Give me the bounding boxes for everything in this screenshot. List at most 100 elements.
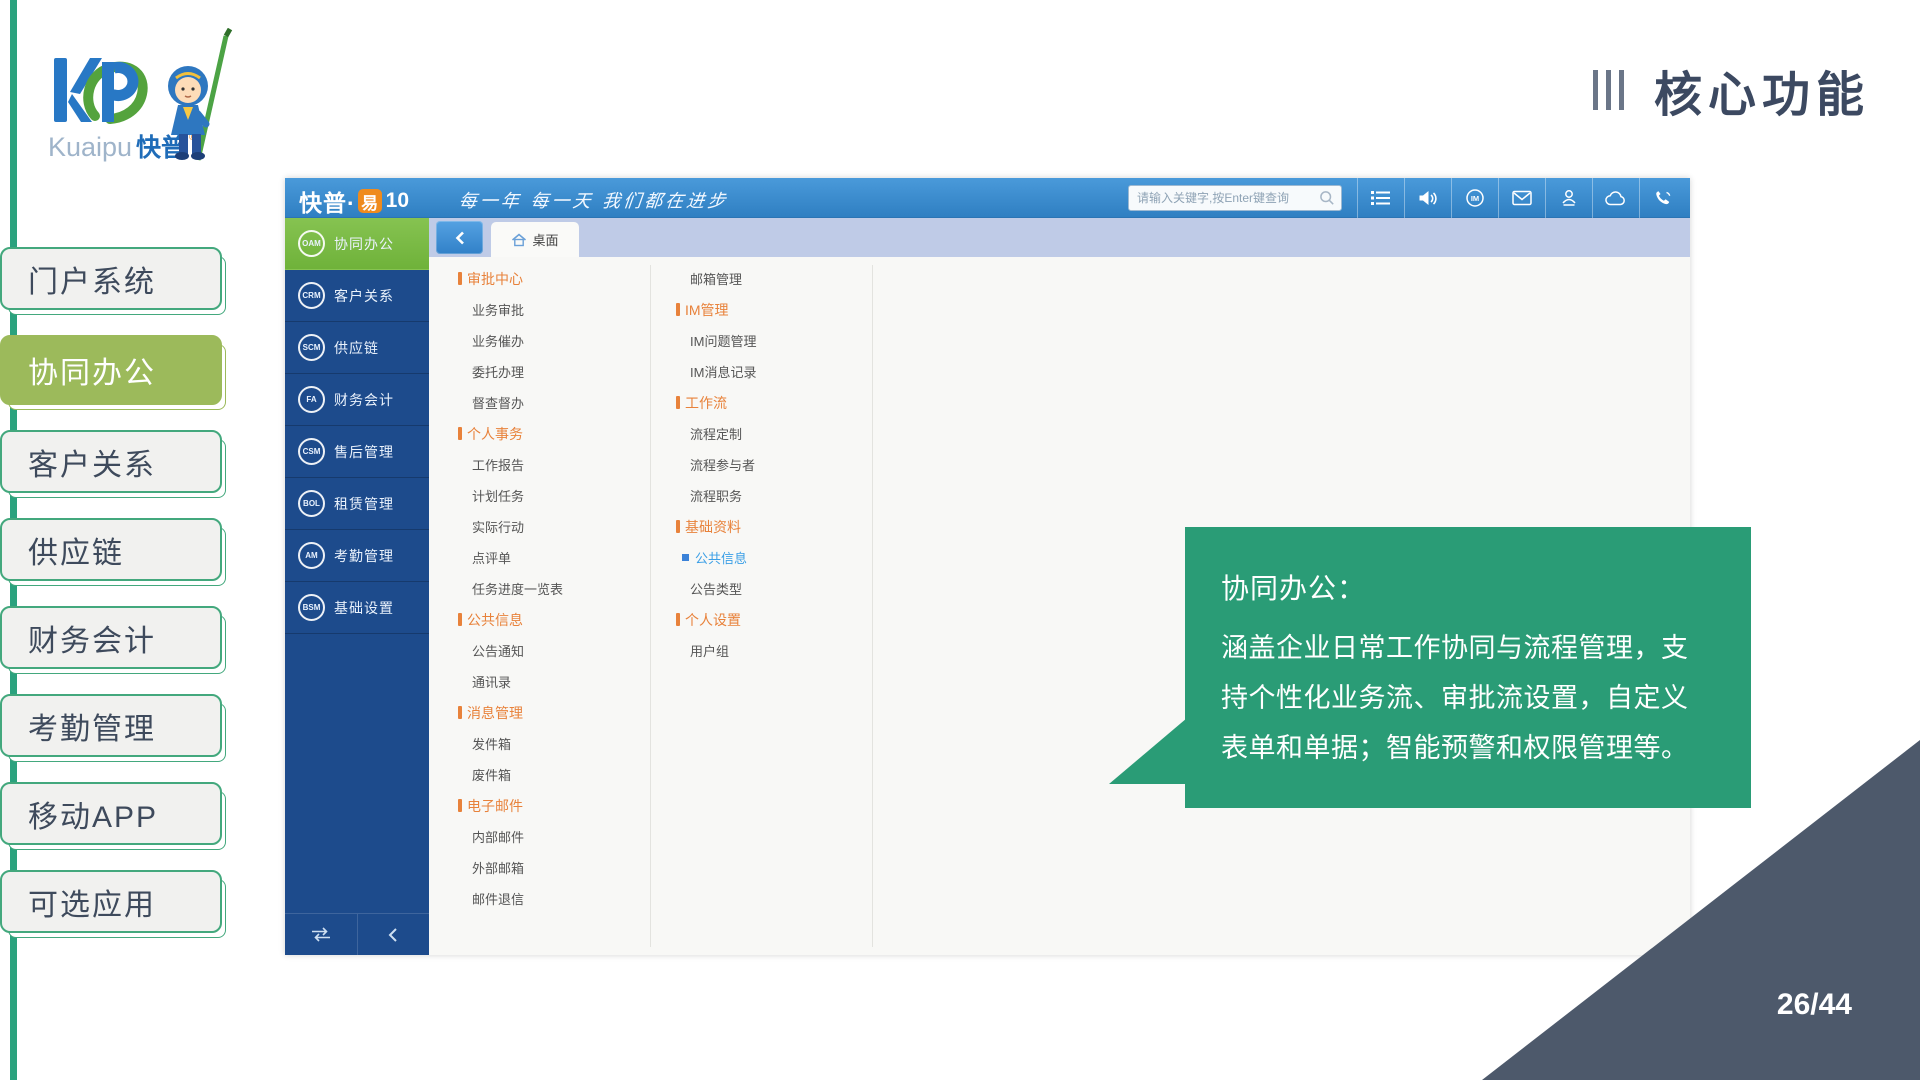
kuaipu-logo: Kuaipu 快普 ®	[40, 28, 250, 178]
menu-entry-label: 公共信息	[467, 610, 523, 630]
app-nav-item[interactable]: BSM 基础设置	[285, 582, 429, 634]
menu-entry-label: 流程定制	[690, 424, 742, 443]
menu-entry[interactable]: 流程职务	[676, 480, 866, 511]
title-bars-icon	[1593, 70, 1624, 110]
module-menu-item[interactable]: 移动APP	[0, 782, 222, 845]
menu-entry[interactable]: 点评单	[458, 542, 643, 573]
menu-entry[interactable]: 业务催办	[458, 325, 643, 356]
module-menu-item[interactable]: 考勤管理	[0, 694, 222, 757]
tab-desktop[interactable]: 桌面	[491, 222, 579, 257]
module-menu-item[interactable]: 供应链	[0, 518, 222, 581]
menu-entry-label: IM管理	[685, 300, 729, 320]
menu-entry[interactable]: IM消息记录	[676, 356, 866, 387]
menu-entry[interactable]: 公共信息	[458, 604, 643, 635]
menu-entry[interactable]: 工作报告	[458, 449, 643, 480]
app-nav-item[interactable]: AM 考勤管理	[285, 530, 429, 582]
menu-entry[interactable]: IM问题管理	[676, 325, 866, 356]
module-label: 财务会计	[334, 390, 394, 410]
im-icon[interactable]: IM	[1451, 178, 1498, 218]
menu-entry[interactable]: 审批中心	[458, 263, 643, 294]
menu-entry[interactable]: 发件箱	[458, 728, 643, 759]
menu-column-1: 审批中心 业务审批 业务催办 委托办理	[458, 263, 643, 914]
menu-entry[interactable]: IM管理	[676, 294, 866, 325]
slide-core-functions: Kuaipu 快普 ® 核心功	[0, 0, 1920, 1080]
module-label: 基础设置	[334, 598, 394, 618]
menu-entry[interactable]: 消息管理	[458, 697, 643, 728]
menu-entry[interactable]: 邮件退信	[458, 883, 643, 914]
collapse-icon[interactable]	[357, 914, 430, 955]
cloud-icon[interactable]	[1592, 178, 1639, 218]
callout-body: 涵盖企业日常工作协同与流程管理，支持个性化业务流、审批流设置，自定义表单和单据；…	[1221, 623, 1703, 773]
tab-label: 桌面	[532, 230, 558, 249]
menu-entry[interactable]: 通讯录	[458, 666, 643, 697]
menu-entry[interactable]: 公共信息	[676, 542, 866, 573]
app-nav-footer	[285, 913, 429, 955]
module-menu-item[interactable]: 门户系统	[0, 247, 222, 310]
app-nav-item[interactable]: CRM 客户关系	[285, 270, 429, 322]
module-abbr-badge: BOL	[298, 490, 325, 517]
menu-entry[interactable]: 基础资料	[676, 511, 866, 542]
menu-entry-label: 公告类型	[690, 579, 742, 598]
menu-entry[interactable]: 委托办理	[458, 356, 643, 387]
menu-entry[interactable]: 废件箱	[458, 759, 643, 790]
menu-entry[interactable]: 业务审批	[458, 294, 643, 325]
module-abbr-badge: OAM	[298, 230, 325, 257]
menu-entry[interactable]: 工作流	[676, 387, 866, 418]
module-abbr-badge: SCM	[298, 334, 325, 361]
kuaipu-logo-art: Kuaipu 快普 ®	[40, 28, 250, 178]
menu-entry[interactable]: 公告类型	[676, 573, 866, 604]
app-nav-item[interactable]: FA 财务会计	[285, 374, 429, 426]
list-icon[interactable]	[1357, 178, 1404, 218]
search-input[interactable]	[1129, 191, 1319, 205]
back-button[interactable]	[436, 221, 483, 254]
menu-entry[interactable]: 电子邮件	[458, 790, 643, 821]
menu-entry[interactable]: 流程参与者	[676, 449, 866, 480]
search-icon[interactable]	[1319, 190, 1335, 206]
user-icon[interactable]	[1545, 178, 1592, 218]
menu-entry-label: 业务催办	[472, 331, 524, 350]
menu-entry[interactable]: 督查督办	[458, 387, 643, 418]
module-menu-label: 供应链	[28, 528, 124, 572]
app-module-nav-list: OAM 协同办公 CRM 客户关系 SCM 供应链	[285, 218, 429, 634]
menu-entry[interactable]: 个人事务	[458, 418, 643, 449]
menu-entry[interactable]: 公告通知	[458, 635, 643, 666]
swap-icon[interactable]	[285, 914, 357, 955]
app-nav-item[interactable]: BOL 租赁管理	[285, 478, 429, 530]
menu-entry[interactable]: 邮箱管理	[676, 263, 866, 294]
menu-entry[interactable]: 任务进度一览表	[458, 573, 643, 604]
menu-entry[interactable]: 个人设置	[676, 604, 866, 635]
menu-entry-label: 实际行动	[472, 517, 524, 536]
callout-title: 协同办公：	[1221, 567, 1703, 607]
app-product-version: 10	[386, 189, 409, 213]
module-abbr-badge: CRM	[298, 282, 325, 309]
module-menu-label: 门户系统	[28, 257, 156, 301]
app-nav-item[interactable]: CSM 售后管理	[285, 426, 429, 478]
kp-mark-icon	[54, 58, 143, 122]
menu-entry-label: 电子邮件	[467, 796, 523, 816]
app-nav-item[interactable]: OAM 协同办公	[285, 218, 429, 270]
module-menu-item[interactable]: 协同办公	[0, 335, 222, 405]
module-menu-item[interactable]: 可选应用	[0, 870, 222, 933]
home-icon	[511, 232, 527, 247]
menu-entry-label: 计划任务	[472, 486, 524, 505]
menu-entry-label: 工作报告	[472, 455, 524, 474]
menu-entry[interactable]: 流程定制	[676, 418, 866, 449]
menu-entry-label: IM问题管理	[690, 331, 756, 350]
app-nav-item[interactable]: SCM 供应链	[285, 322, 429, 374]
menu-entry[interactable]: 实际行动	[458, 511, 643, 542]
speaker-icon[interactable]	[1404, 178, 1451, 218]
module-label: 考勤管理	[334, 546, 394, 566]
menu-entry[interactable]: 内部邮件	[458, 821, 643, 852]
module-menu: 门户系统 协同办公 客户关系 供应链 财务会计 考勤管理 移动APP	[0, 247, 230, 933]
column-divider	[650, 265, 651, 947]
menu-entry[interactable]: 用户组	[676, 635, 866, 666]
module-menu-item[interactable]: 财务会计	[0, 606, 222, 669]
menu-entry[interactable]: 计划任务	[458, 480, 643, 511]
menu-entry[interactable]: 外部邮箱	[458, 852, 643, 883]
module-menu-item[interactable]: 客户关系	[0, 430, 222, 493]
phone-icon[interactable]	[1639, 178, 1686, 218]
global-search[interactable]	[1128, 185, 1342, 211]
menu-entry-label: 流程参与者	[690, 455, 755, 474]
module-label: 客户关系	[334, 286, 394, 306]
mail-icon[interactable]	[1498, 178, 1545, 218]
